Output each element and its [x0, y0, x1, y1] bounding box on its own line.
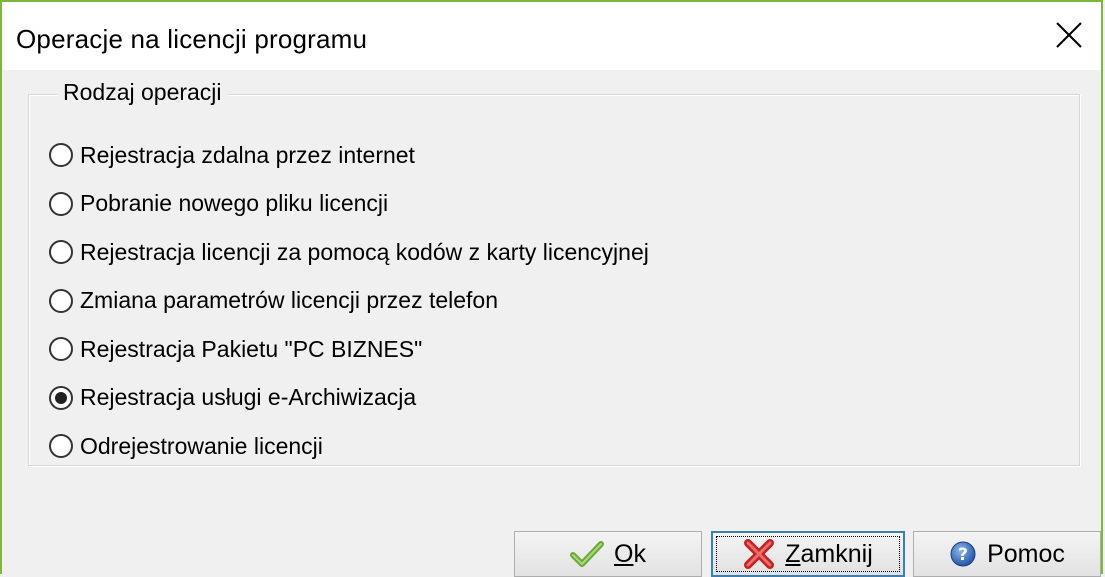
option-remote-registration[interactable]: Rejestracja zdalna przez internet — [49, 131, 649, 180]
radio-button[interactable] — [49, 191, 73, 216]
dialog-window: Operacje na licencji programu Rodzaj ope… — [0, 0, 1103, 577]
radio-button[interactable] — [49, 288, 73, 313]
red-x-icon — [744, 539, 775, 569]
operation-type-group: Rodzaj operacji Rejestracja zdalna przez… — [28, 79, 1080, 466]
ok-label-rest: k — [633, 539, 646, 568]
svg-text:?: ? — [958, 545, 968, 565]
option-register-with-codes[interactable]: Rejestracja licencji za pomocą kodów z k… — [49, 228, 649, 277]
close-button[interactable]: Zamknij — [711, 531, 905, 577]
option-label: Rejestracja Pakietu "PC BIZNES" — [80, 335, 423, 362]
close-icon — [1056, 22, 1082, 48]
option-change-parameters-phone[interactable]: Zmiana parametrów licencji przez telefon — [49, 277, 649, 326]
option-label: Rejestracja usługi e-Archiwizacja — [80, 384, 417, 411]
option-label: Odrejestrowanie licencji — [80, 432, 323, 459]
close-label-rest: amknij — [800, 539, 873, 568]
ok-mnemonic: O — [614, 539, 634, 568]
option-label: Rejestracja licencji za pomocą kodów z k… — [80, 238, 649, 265]
radio-button[interactable] — [49, 240, 73, 265]
dialog-body: Rodzaj operacji Rejestracja zdalna przez… — [2, 70, 1101, 577]
checkmark-icon — [570, 541, 605, 567]
radio-button[interactable] — [49, 337, 73, 362]
radio-button[interactable] — [49, 385, 73, 410]
help-button[interactable]: ? Pomoc — [913, 531, 1101, 577]
window-title: Operacje na licencji programu — [16, 24, 368, 54]
option-register-e-archiwizacja[interactable]: Rejestracja usługi e-Archiwizacja — [49, 374, 649, 423]
group-legend: Rodzaj operacji — [57, 79, 228, 106]
option-list: Rejestracja zdalna przez internet Pobran… — [49, 131, 649, 471]
option-label: Zmiana parametrów licencji przez telefon — [80, 287, 499, 314]
radio-button[interactable] — [49, 143, 73, 168]
option-unregister-license[interactable]: Odrejestrowanie licencji — [49, 422, 649, 471]
option-download-license-file[interactable]: Pobranie nowego pliku licencji — [49, 180, 649, 229]
ok-button[interactable]: Ok — [514, 531, 702, 577]
close-mnemonic: Z — [785, 539, 801, 568]
help-label: Pomoc — [987, 539, 1065, 568]
radio-button[interactable] — [49, 434, 73, 459]
option-label: Rejestracja zdalna przez internet — [80, 141, 415, 168]
option-register-pc-biznes[interactable]: Rejestracja Pakietu "PC BIZNES" — [49, 325, 649, 374]
title-close-button[interactable] — [1037, 2, 1101, 68]
title-bar: Operacje na licencji programu — [2, 2, 1101, 70]
help-icon: ? — [950, 541, 976, 567]
option-label: Pobranie nowego pliku licencji — [80, 190, 389, 217]
